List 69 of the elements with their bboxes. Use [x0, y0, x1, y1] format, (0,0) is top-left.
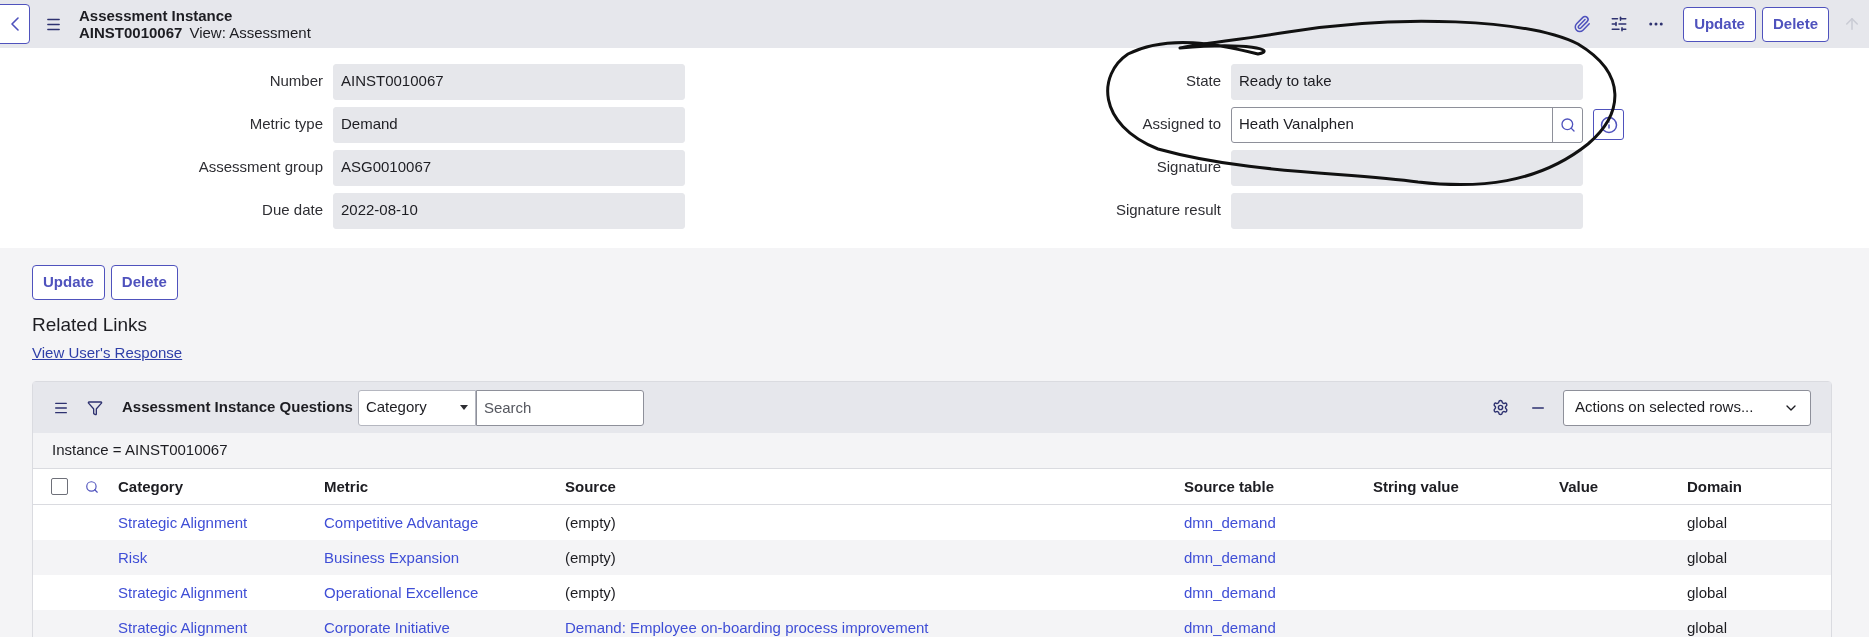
metric-link[interactable]: Business Expansion [324, 548, 460, 566]
attachment-icon[interactable] [1573, 15, 1592, 33]
info-button[interactable] [1593, 109, 1624, 140]
text-field[interactable]: Heath Vanalphen [1231, 106, 1583, 143]
metric-link[interactable]: Operational Excellence [324, 583, 479, 601]
info-icon [1599, 115, 1618, 134]
back-button[interactable] [0, 4, 30, 44]
search-icon[interactable] [1559, 116, 1576, 133]
category-link[interactable]: Risk [118, 548, 148, 566]
record-title: Assessment Instance [79, 7, 234, 24]
text-field[interactable]: AINST0010067 [333, 63, 685, 100]
list-title: Assessment Instance Questions [122, 397, 353, 418]
column-header[interactable]: Source table [1184, 477, 1275, 495]
field-label: Signature [1156, 157, 1221, 178]
category-link[interactable]: Strategic Alignment [118, 618, 248, 636]
text-field[interactable]: Ready to take [1231, 63, 1583, 100]
view-name: View: Assessment [189, 24, 311, 41]
source-link[interactable]: Demand: Employee on-boarding process improvement [565, 618, 929, 636]
sliders-icon[interactable] [1610, 15, 1629, 33]
category-link[interactable]: Strategic Alignment [118, 513, 248, 531]
source-table-link[interactable]: dmn_demand [1184, 583, 1276, 601]
field-label: State [1185, 71, 1221, 92]
search-field[interactable]: Search [475, 389, 644, 426]
select-all-checkbox[interactable] [51, 478, 68, 495]
metric-link[interactable]: Corporate Initiative [324, 618, 450, 636]
caret-icon [459, 405, 468, 410]
header-button[interactable]: Update [1683, 6, 1756, 42]
text-field[interactable] [1231, 149, 1583, 186]
record-number: AINST0010067 [79, 24, 183, 41]
form-button[interactable]: Delete [110, 265, 178, 300]
actions-dropdown[interactable]: Actions on selected rows... [1563, 389, 1811, 426]
column-header[interactable]: Category [118, 477, 184, 495]
field-label: Due date [262, 200, 323, 221]
table-cell: global [1687, 583, 1728, 601]
text-field[interactable]: Demand [333, 106, 685, 143]
column-header[interactable]: Value [1559, 477, 1599, 495]
text-field[interactable]: ASG0010067 [333, 149, 685, 186]
table-cell: (empty) [565, 513, 616, 531]
category-link[interactable]: Strategic Alignment [118, 583, 248, 601]
filter-breadcrumb[interactable]: Instance = AINST0010067 [52, 439, 228, 462]
column-header[interactable]: Source [565, 477, 616, 495]
source-table-link[interactable]: dmn_demand [1184, 548, 1276, 566]
section-heading: Related Links [32, 313, 149, 337]
table-cell: global [1687, 618, 1728, 636]
field-dropdown[interactable]: Category [357, 389, 476, 426]
related-link[interactable]: View User's Response [32, 341, 183, 364]
text-field[interactable] [1231, 192, 1583, 229]
column-header[interactable]: Domain [1687, 477, 1742, 495]
header-button[interactable]: Delete [1761, 6, 1829, 42]
search-icon[interactable] [85, 479, 99, 494]
table-cell: (empty) [565, 583, 616, 601]
field-label: Signature result [1115, 200, 1221, 221]
field-label: Assessment group [198, 157, 323, 178]
text-field[interactable]: 2022-08-10 [333, 192, 685, 229]
chevron-left-icon [10, 17, 19, 31]
filter-icon[interactable] [87, 399, 103, 416]
metric-link[interactable]: Competitive Advantage [324, 513, 479, 531]
table-cell: global [1687, 513, 1728, 531]
settings-icon[interactable] [1492, 399, 1509, 416]
table-cell: (empty) [565, 548, 616, 566]
column-header[interactable]: String value [1373, 477, 1459, 495]
form-button[interactable]: Update [32, 265, 105, 300]
table-cell: global [1687, 548, 1728, 566]
field-label: Metric type [249, 114, 323, 135]
source-table-link[interactable]: dmn_demand [1184, 513, 1276, 531]
field-label: Assigned to [1142, 114, 1221, 135]
source-table-link[interactable]: dmn_demand [1184, 618, 1276, 636]
column-header[interactable]: Metric [324, 477, 369, 495]
field-label: Number [269, 71, 323, 92]
